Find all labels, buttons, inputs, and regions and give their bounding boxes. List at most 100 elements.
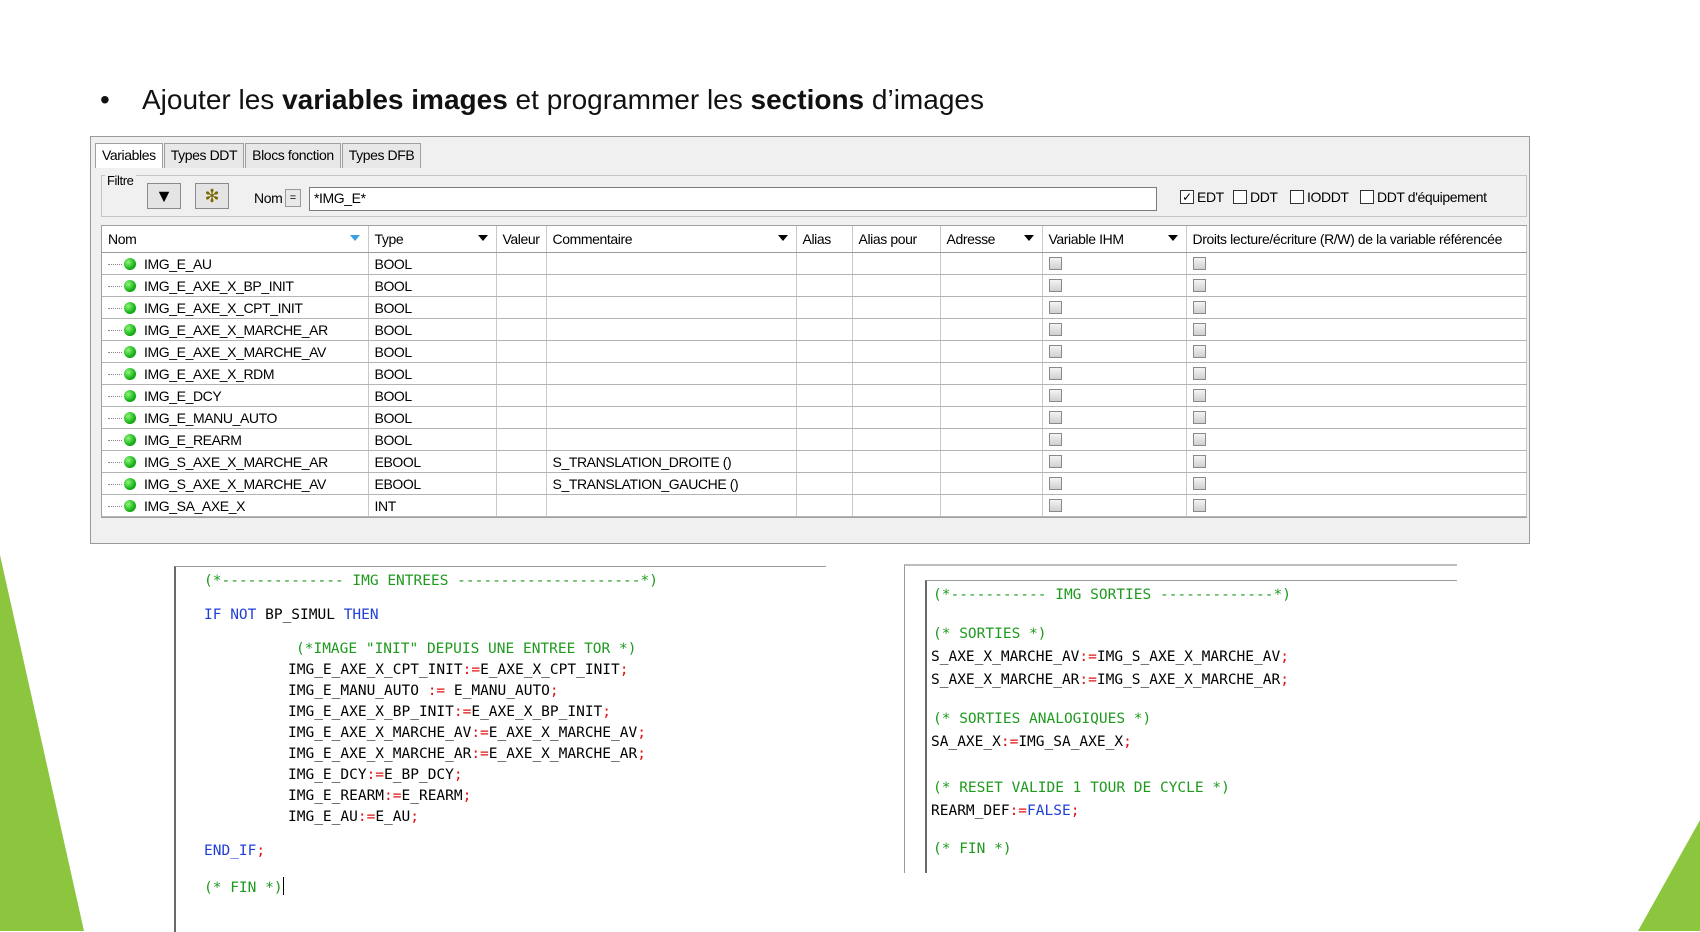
cell-alias[interactable] [796, 494, 853, 517]
cell-nom[interactable]: IMG_E_AXE_X_MARCHE_AV [102, 340, 369, 363]
cell-nom[interactable]: IMG_E_AXE_X_MARCHE_AR [102, 318, 369, 341]
cell-type[interactable]: BOOL [368, 406, 497, 429]
table-row[interactable]: IMG_E_AXE_X_RDM BOOL [102, 362, 1527, 385]
cell-type[interactable]: BOOL [368, 296, 497, 319]
cell-variable-ihm[interactable] [1042, 274, 1187, 297]
cell-adresse[interactable] [940, 318, 1043, 341]
cell-adresse[interactable] [940, 450, 1043, 473]
cell-alias-pour[interactable] [852, 384, 941, 407]
tab-types-ddt[interactable]: Types DDT [163, 143, 245, 168]
table-row[interactable]: IMG_E_REARM BOOL [102, 428, 1527, 451]
cell-valeur[interactable] [496, 450, 547, 473]
cell-adresse[interactable] [940, 252, 1043, 275]
rw-checkbox-icon[interactable] [1192, 410, 1206, 424]
rw-checkbox-icon[interactable] [1192, 256, 1206, 270]
code-section-sorties[interactable]: (*----------- IMG SORTIES -------------*… [904, 564, 1457, 873]
ihm-checkbox-icon[interactable] [1048, 388, 1062, 402]
cell-nom[interactable]: IMG_E_AXE_X_CPT_INIT [102, 296, 369, 319]
cell-nom[interactable]: IMG_S_AXE_X_MARCHE_AV [102, 472, 369, 495]
cell-droits[interactable] [1186, 340, 1527, 363]
rw-checkbox-icon[interactable] [1192, 322, 1206, 336]
cell-valeur[interactable] [496, 428, 547, 451]
cell-nom[interactable]: IMG_E_AXE_X_RDM [102, 362, 369, 385]
cell-type[interactable]: BOOL [368, 384, 497, 407]
cell-valeur[interactable] [496, 384, 547, 407]
rw-checkbox-icon[interactable] [1192, 388, 1206, 402]
cell-commentaire[interactable] [546, 274, 797, 297]
cell-droits[interactable] [1186, 406, 1527, 429]
cell-alias[interactable] [796, 318, 853, 341]
cell-commentaire[interactable] [546, 252, 797, 275]
cell-variable-ihm[interactable] [1042, 318, 1187, 341]
rw-checkbox-icon[interactable] [1192, 432, 1206, 446]
table-row[interactable]: IMG_E_AXE_X_CPT_INIT BOOL [102, 296, 1527, 319]
cell-nom[interactable]: IMG_SA_AXE_X [102, 494, 369, 517]
cell-alias-pour[interactable] [852, 340, 941, 363]
cell-variable-ihm[interactable] [1042, 362, 1187, 385]
cell-alias-pour[interactable] [852, 428, 941, 451]
cell-droits[interactable] [1186, 318, 1527, 341]
code-section-entrees[interactable]: (*-------------- IMG ENTREES -----------… [174, 566, 826, 932]
table-row[interactable]: IMG_S_AXE_X_MARCHE_AV EBOOL S_TRANSLATION_… [102, 472, 1527, 495]
rw-checkbox-icon[interactable] [1192, 454, 1206, 468]
cell-variable-ihm[interactable] [1042, 450, 1187, 473]
col-droits[interactable]: Droits lecture/écriture (R/W) de la vari… [1186, 226, 1527, 253]
cell-valeur[interactable] [496, 252, 547, 275]
table-row[interactable]: IMG_SA_AXE_X INT [102, 494, 1527, 517]
cell-alias-pour[interactable] [852, 406, 941, 429]
cell-alias[interactable] [796, 406, 853, 429]
cell-valeur[interactable] [496, 472, 547, 495]
cell-commentaire[interactable]: S_TRANSLATION_GAUCHE () [546, 472, 797, 495]
cell-commentaire[interactable] [546, 428, 797, 451]
col-valeur[interactable]: Valeur [496, 226, 547, 253]
table-row[interactable]: IMG_E_DCY BOOL [102, 384, 1527, 407]
cell-valeur[interactable] [496, 274, 547, 297]
ihm-checkbox-icon[interactable] [1048, 300, 1062, 314]
cell-valeur[interactable] [496, 494, 547, 517]
cell-commentaire[interactable] [546, 494, 797, 517]
cell-nom[interactable]: IMG_S_AXE_X_MARCHE_AR [102, 450, 369, 473]
cell-alias-pour[interactable] [852, 252, 941, 275]
cell-nom[interactable]: IMG_E_MANU_AUTO [102, 406, 369, 429]
cell-type[interactable]: BOOL [368, 428, 497, 451]
cell-adresse[interactable] [940, 472, 1043, 495]
cell-droits[interactable] [1186, 384, 1527, 407]
cell-adresse[interactable] [940, 340, 1043, 363]
name-filter-input[interactable]: *IMG_E* [309, 187, 1157, 211]
cell-droits[interactable] [1186, 274, 1527, 297]
filter-funnel-button[interactable]: ▼ [147, 183, 181, 209]
col-variable-ihm[interactable]: Variable IHM [1042, 226, 1187, 253]
cell-valeur[interactable] [496, 318, 547, 341]
cell-droits[interactable] [1186, 428, 1527, 451]
cell-variable-ihm[interactable] [1042, 340, 1187, 363]
cell-nom[interactable]: IMG_E_DCY [102, 384, 369, 407]
cell-droits[interactable] [1186, 296, 1527, 319]
table-row[interactable]: IMG_E_AXE_X_BP_INIT BOOL [102, 274, 1527, 297]
cell-commentaire[interactable] [546, 384, 797, 407]
cell-alias[interactable] [796, 252, 853, 275]
cell-adresse[interactable] [940, 406, 1043, 429]
cell-alias[interactable] [796, 428, 853, 451]
cell-nom[interactable]: IMG_E_AU [102, 252, 369, 275]
col-nom[interactable]: Nom [102, 226, 369, 253]
cell-type[interactable]: BOOL [368, 252, 497, 275]
cell-adresse[interactable] [940, 494, 1043, 517]
ihm-checkbox-icon[interactable] [1048, 454, 1062, 468]
col-alias-pour[interactable]: Alias pour [852, 226, 941, 253]
ihm-checkbox-icon[interactable] [1048, 344, 1062, 358]
cell-variable-ihm[interactable] [1042, 428, 1187, 451]
rw-checkbox-icon[interactable] [1192, 476, 1206, 490]
cell-valeur[interactable] [496, 296, 547, 319]
cell-type[interactable]: EBOOL [368, 472, 497, 495]
ihm-checkbox-icon[interactable] [1048, 476, 1062, 490]
rw-checkbox-icon[interactable] [1192, 498, 1206, 512]
col-commentaire[interactable]: Commentaire [546, 226, 797, 253]
cell-alias-pour[interactable] [852, 472, 941, 495]
rw-checkbox-icon[interactable] [1192, 278, 1206, 292]
table-row[interactable]: IMG_E_MANU_AUTO BOOL [102, 406, 1527, 429]
cell-adresse[interactable] [940, 428, 1043, 451]
cell-commentaire[interactable] [546, 296, 797, 319]
cell-nom[interactable]: IMG_E_AXE_X_BP_INIT [102, 274, 369, 297]
cell-alias-pour[interactable] [852, 318, 941, 341]
cell-commentaire[interactable]: S_TRANSLATION_DROITE () [546, 450, 797, 473]
